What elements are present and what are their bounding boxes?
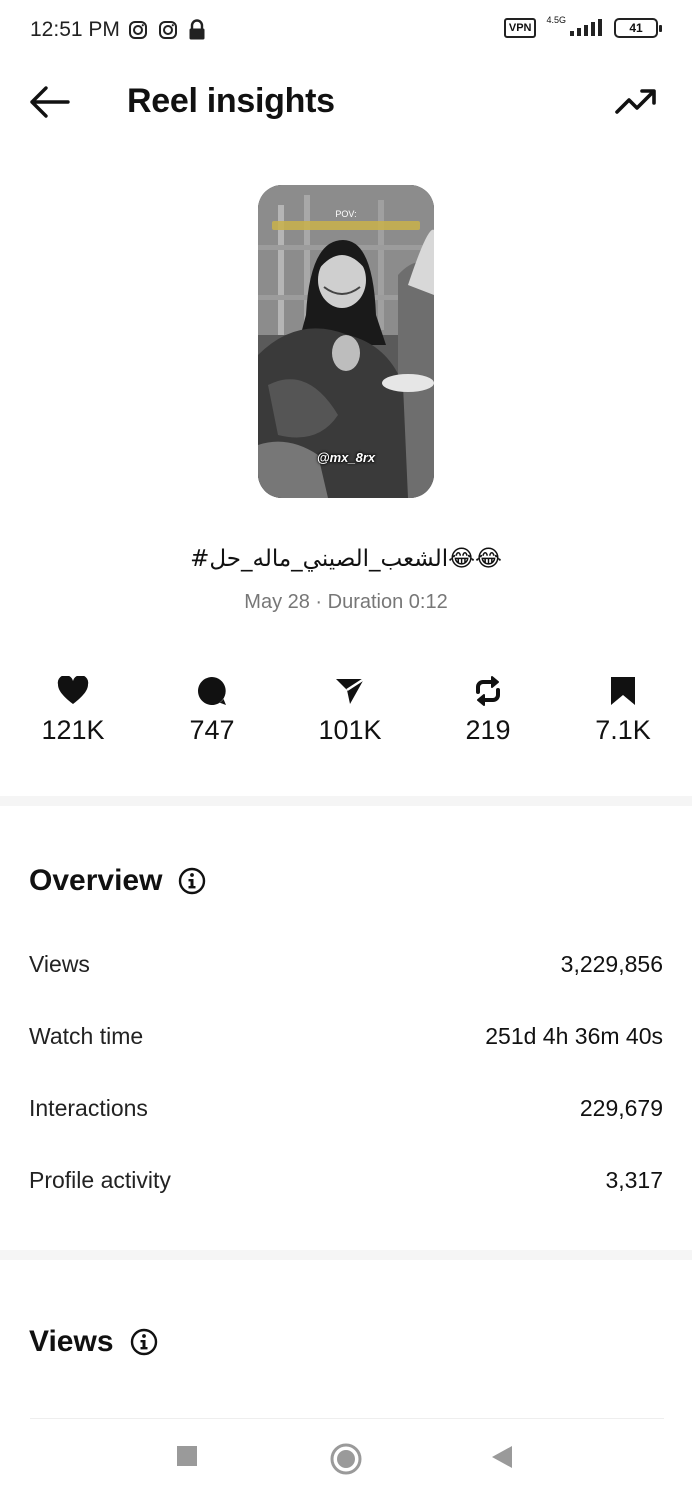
- section-divider: [0, 1250, 692, 1260]
- instagram-icon: [159, 21, 177, 39]
- overview-row-value: 229,679: [579, 1095, 663, 1121]
- system-navigation-bar: [30, 1418, 664, 1500]
- overview-title: Overview: [29, 864, 163, 897]
- saves-count: 7.1K: [595, 715, 651, 745]
- recents-button[interactable]: [176, 1445, 198, 1472]
- home-button[interactable]: [330, 1443, 362, 1480]
- reel-thumbnail-pov: POV:: [335, 209, 357, 219]
- views-title: Views: [29, 1325, 114, 1358]
- reel-thumbnail-subtitle: [272, 221, 420, 230]
- info-icon[interactable]: [178, 867, 206, 895]
- vpn-badge: VPN: [503, 18, 537, 38]
- reel-caption: #الشعب_الصيني_ماله_حل😂😂: [190, 546, 502, 572]
- overview-row-value: 3,317: [605, 1167, 663, 1193]
- overview-row-label: Views: [29, 951, 90, 977]
- lock-icon: [189, 19, 205, 40]
- reel-meta: May 28 · Duration 0:12: [244, 591, 448, 613]
- engagement-stats: 121K 747 101K 219 7.1K: [0, 674, 692, 754]
- section-divider: [0, 796, 692, 806]
- network-type: 4.5G: [546, 15, 566, 25]
- saves-stat[interactable]: 7.1K: [563, 674, 683, 746]
- overview-row-label: Profile activity: [29, 1167, 171, 1193]
- comment-bubble-icon: [198, 677, 226, 705]
- overview-section-title: Overview: [29, 864, 206, 898]
- back-arrow-icon: [30, 86, 70, 118]
- square-icon: [177, 1446, 197, 1466]
- shares-stat[interactable]: 101K: [290, 674, 410, 746]
- overview-row-interactions[interactable]: Interactions 229,679: [29, 1095, 663, 1122]
- back-button[interactable]: [26, 82, 72, 122]
- reel-thumbnail-watermark: @mx_8rx: [316, 450, 376, 465]
- info-icon[interactable]: [130, 1328, 158, 1356]
- overview-row-views: Views 3,229,856: [29, 951, 663, 978]
- shares-count: 101K: [318, 715, 382, 745]
- comments-count: 747: [189, 715, 235, 745]
- trending-up-icon: [615, 89, 656, 114]
- status-system-icons: VPN 4.5G 41: [503, 15, 662, 38]
- battery-indicator: 41: [614, 18, 662, 38]
- likes-count: 121K: [41, 715, 105, 745]
- overview-row-label: Watch time: [29, 1023, 144, 1049]
- repost-icon: [476, 676, 500, 706]
- back-nav-button[interactable]: [490, 1445, 514, 1474]
- instagram-icon: [129, 21, 147, 39]
- views-section-title: Views: [29, 1325, 158, 1359]
- overview-row-label: Interactions: [29, 1095, 148, 1121]
- comments-stat[interactable]: 747: [152, 674, 272, 746]
- send-icon: [336, 677, 365, 704]
- status-time: 12:51 PM: [30, 18, 120, 41]
- overview-row-watch-time: Watch time 251d 4h 36m 40s: [29, 1023, 663, 1050]
- trending-button[interactable]: [614, 84, 658, 120]
- status-notification-icons: [128, 19, 206, 41]
- overview-row-value: 251d 4h 36m 40s: [485, 1023, 663, 1049]
- reposts-count: 219: [465, 715, 511, 745]
- bookmark-icon: [611, 677, 635, 705]
- reel-thumbnail[interactable]: POV: @mx_8rx: [258, 185, 434, 498]
- signal-icon: [570, 19, 602, 36]
- status-bar: 12:51 PM VPN 4.5G 41: [0, 0, 692, 64]
- circle-icon: [330, 1443, 362, 1475]
- overview-row-value: 3,229,856: [560, 951, 663, 977]
- reposts-stat[interactable]: 219: [428, 674, 548, 746]
- triangle-back-icon: [492, 1446, 512, 1468]
- overview-row-profile-activity[interactable]: Profile activity 3,317: [29, 1167, 663, 1194]
- likes-stat[interactable]: 121K: [13, 674, 133, 746]
- heart-icon: [57, 676, 89, 704]
- header: Reel insights: [0, 64, 692, 140]
- page-title: Reel insights: [127, 82, 335, 120]
